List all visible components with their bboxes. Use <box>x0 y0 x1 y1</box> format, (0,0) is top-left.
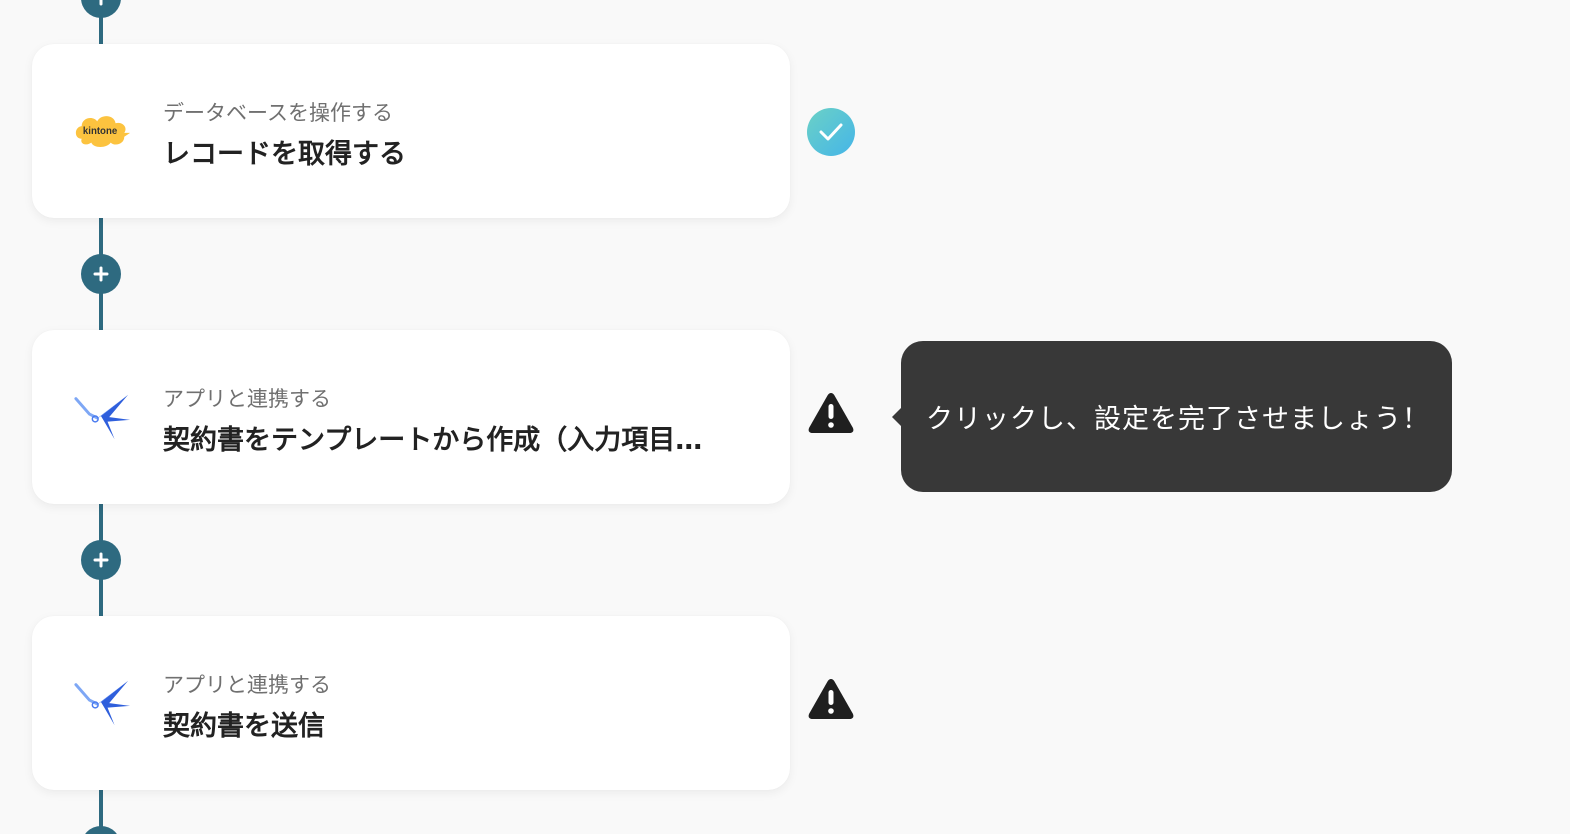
kintone-logo-text: kintone <box>83 126 118 137</box>
tooltip-text: クリックし、設定を完了させましょう！ <box>926 404 1430 435</box>
warning-icon <box>806 388 856 438</box>
flow-step-card[interactable]: アプリと連携する 契約書をテンプレートから作成（入力項目を指定） <box>32 330 790 504</box>
flow-step-card[interactable]: kintone データベースを操作する レコードを取得する <box>32 44 790 218</box>
plus-icon <box>93 0 109 6</box>
step-category-label: アプリと連携する <box>163 673 331 697</box>
contract-app-logo-icon <box>72 673 132 733</box>
add-step-button[interactable] <box>81 826 121 834</box>
setup-hint-tooltip: クリックし、設定を完了させましょう！ <box>892 341 1452 492</box>
step-category-label: アプリと連携する <box>163 387 331 411</box>
kintone-logo-icon: kintone <box>72 101 132 161</box>
contract-app-logo-icon <box>72 387 132 447</box>
add-step-button[interactable] <box>81 0 121 18</box>
warning-icon <box>806 674 856 724</box>
check-circle-icon <box>806 107 856 157</box>
step-title: 契約書を送信 <box>163 711 325 742</box>
add-step-button[interactable] <box>81 540 121 580</box>
flow-step-card[interactable]: アプリと連携する 契約書を送信 <box>32 616 790 790</box>
plus-icon <box>93 266 109 282</box>
step-category-label: データベースを操作する <box>163 101 393 125</box>
step-title: 契約書をテンプレートから作成（入力項目を指定） <box>163 425 723 456</box>
step-title: レコードを取得する <box>163 139 406 170</box>
plus-icon <box>93 552 109 568</box>
add-step-button[interactable] <box>81 254 121 294</box>
flow-canvas: kintone データベースを操作する レコードを取得する アプリと連携する 契… <box>0 0 1570 834</box>
